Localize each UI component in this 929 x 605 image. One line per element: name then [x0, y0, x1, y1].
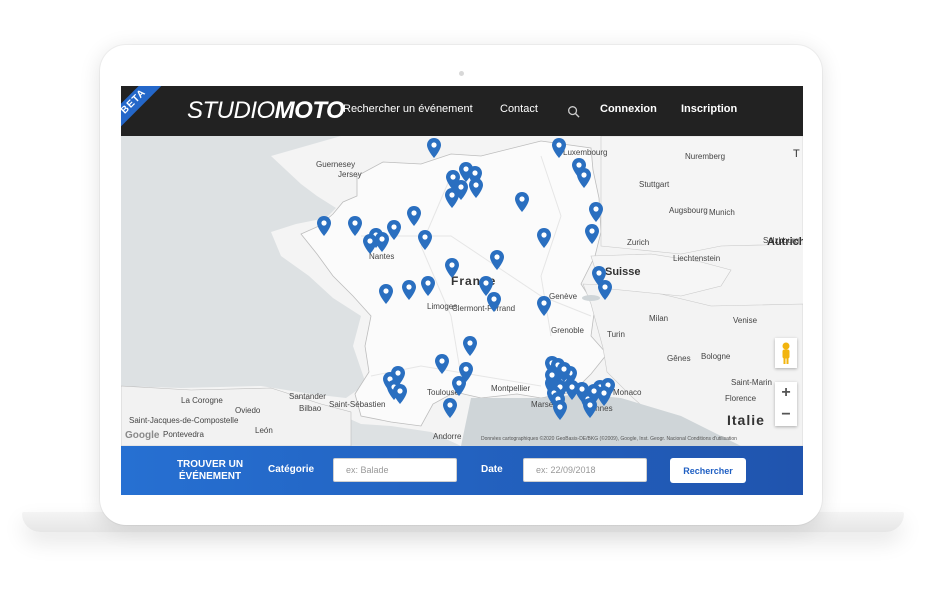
place-label: Monaco — [613, 388, 642, 397]
place-label: Nuremberg — [685, 152, 726, 161]
zoom-in-button[interactable]: + — [775, 382, 797, 404]
map-pin-icon[interactable] — [583, 398, 597, 418]
place-label: Turin — [607, 330, 625, 339]
map-pin-icon[interactable] — [557, 362, 571, 382]
map-pin-icon[interactable] — [589, 202, 603, 222]
map-pin-icon[interactable] — [452, 376, 466, 396]
category-label: Catégorie — [268, 464, 315, 475]
logo-text-moto: MOTO — [274, 97, 345, 124]
map-pin-icon[interactable] — [469, 178, 483, 198]
map-pin-icon[interactable] — [418, 230, 432, 250]
date-label: Date — [481, 464, 503, 475]
place-label: Montpellier — [491, 384, 531, 393]
map-pin-icon[interactable] — [393, 384, 407, 404]
map-pin-icon[interactable] — [537, 296, 551, 316]
place-label: Saint-Jacques-de-Compostelle — [129, 416, 239, 425]
top-navbar: BETA STUDIOMOTO Rechercher un événement … — [121, 86, 803, 136]
camera — [459, 71, 464, 76]
map-pin-icon[interactable] — [552, 138, 566, 158]
place-label: Jersey — [338, 170, 362, 179]
search-button[interactable]: Rechercher — [670, 458, 746, 483]
map-pin-icon[interactable] — [407, 206, 421, 226]
place-label: Suisse — [605, 266, 641, 278]
zoom-control: + − — [775, 382, 797, 426]
place-label: Pontevedra — [163, 430, 204, 439]
map-pin-icon[interactable] — [375, 232, 389, 252]
place-label: Grenoble — [551, 326, 584, 335]
place-label: Munich — [709, 208, 735, 217]
nav-contact[interactable]: Contact — [500, 103, 538, 115]
event-search-bar: TROUVER UN ÉVÉNEMENT Catégorie Date Rech… — [121, 446, 803, 495]
place-label: T — [793, 148, 800, 160]
zoom-out-button[interactable]: − — [775, 404, 797, 426]
place-label: Bilbao — [299, 404, 322, 413]
map-pin-icon[interactable] — [553, 400, 567, 420]
map-pin-icon[interactable] — [463, 336, 477, 356]
place-label: Autrich — [767, 236, 803, 248]
place-label: Italie — [727, 412, 765, 428]
nav-signup[interactable]: Inscription — [681, 103, 737, 115]
map-pin-icon[interactable] — [565, 380, 579, 400]
map-pin-icon[interactable] — [387, 220, 401, 240]
map-pin-icon[interactable] — [427, 138, 441, 158]
date-input[interactable] — [523, 458, 647, 482]
map-pin-icon[interactable] — [317, 216, 331, 236]
map-pin-icon[interactable] — [445, 188, 459, 208]
street-view-pegman-icon[interactable] — [775, 338, 797, 368]
events-map[interactable]: Guernesey Jersey France Nantes Limoges C… — [121, 136, 803, 446]
map-pin-icon[interactable] — [435, 354, 449, 374]
map-pin-icon[interactable] — [598, 280, 612, 300]
place-label: Gênes — [667, 354, 691, 363]
beta-ribbon: BETA — [121, 86, 168, 136]
search-bar-title: TROUVER UN ÉVÉNEMENT — [176, 459, 244, 482]
map-pin-icon[interactable] — [537, 228, 551, 248]
place-label: Clermont-Ferrand — [452, 304, 516, 313]
site-logo[interactable]: STUDIOMOTO — [187, 97, 345, 124]
screen: BETA STUDIOMOTO Rechercher un événement … — [121, 86, 803, 495]
place-label: Andorre — [433, 432, 462, 441]
nav-search-event[interactable]: Rechercher un événement — [343, 103, 473, 115]
place-label: León — [255, 426, 273, 435]
google-logo: Google — [125, 430, 160, 441]
map-pin-icon[interactable] — [445, 258, 459, 278]
logo-text-studio: STUDIO — [187, 97, 275, 124]
place-label: Luxembourg — [563, 148, 608, 157]
place-label: Augsbourg — [669, 206, 708, 215]
place-label: Zurich — [627, 238, 650, 247]
place-label: Genève — [549, 292, 578, 301]
map-pin-icon[interactable] — [402, 280, 416, 300]
map-pin-icon[interactable] — [421, 276, 435, 296]
place-label: Oviedo — [235, 406, 261, 415]
map-pin-icon[interactable] — [585, 224, 599, 244]
map-pin-icon[interactable] — [515, 192, 529, 212]
place-label: Bologne — [701, 352, 731, 361]
map-pin-icon[interactable] — [379, 284, 393, 304]
map-pin-icon[interactable] — [490, 250, 504, 270]
place-label: Guernesey — [316, 160, 356, 169]
place-label: Milan — [649, 314, 669, 323]
place-label: Liechtenstein — [673, 254, 721, 263]
place-label: Florence — [725, 394, 757, 403]
category-input[interactable] — [333, 458, 457, 482]
place-label: La Corogne — [181, 396, 223, 405]
nav-login[interactable]: Connexion — [600, 103, 657, 115]
place-label: Stuttgart — [639, 180, 670, 189]
place-label: Saint-Sébastien — [329, 400, 386, 409]
map-attribution[interactable]: Données cartographiques ©2020 GeoBasis-D… — [481, 436, 737, 442]
place-label: Santander — [289, 392, 326, 401]
search-icon[interactable] — [567, 105, 580, 118]
map-pin-icon[interactable] — [597, 386, 611, 406]
map-pin-icon[interactable] — [487, 292, 501, 312]
map-pin-icon[interactable] — [577, 168, 591, 188]
place-label: Venise — [733, 316, 758, 325]
place-label: Saint-Marin — [731, 378, 772, 387]
map-pin-icon[interactable] — [443, 398, 457, 418]
map-pin-icon[interactable] — [348, 216, 362, 236]
